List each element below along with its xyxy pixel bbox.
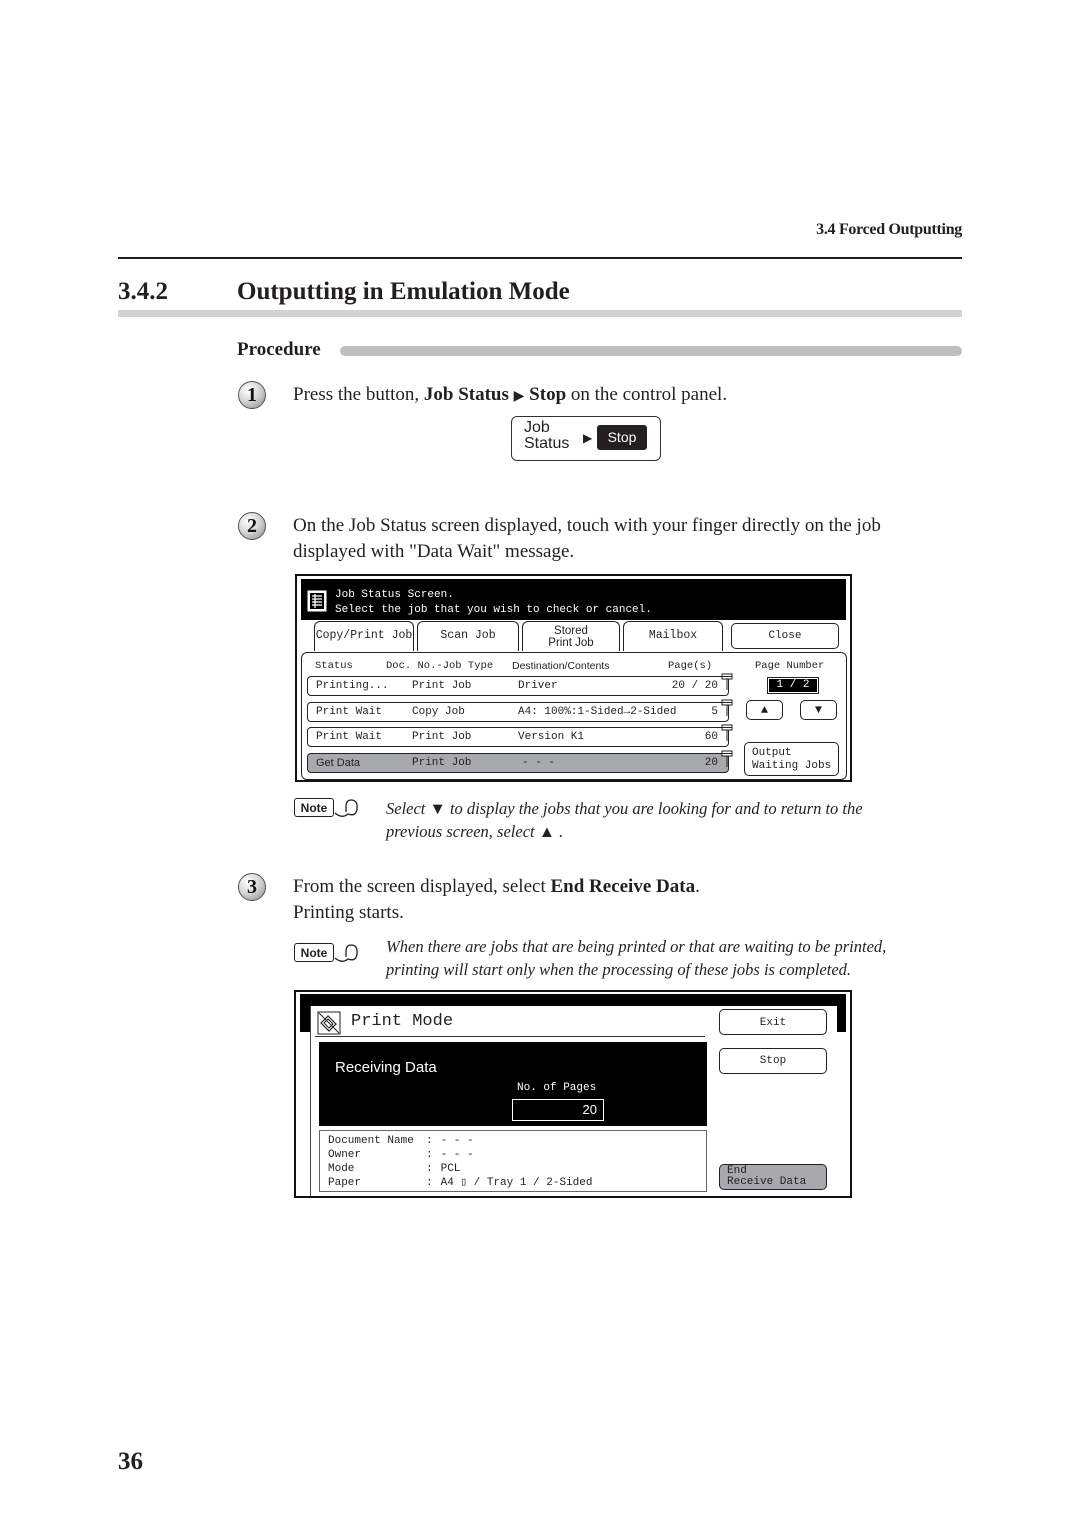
pages-value: 20 [512,1099,604,1121]
tab-mailbox[interactable]: Mailbox [623,621,723,651]
col-pages: Page(s) [668,660,713,672]
scroll-down-button[interactable]: ▼ [800,700,837,720]
note-2-text: When there are jobs that are being print… [386,937,887,979]
exit-button[interactable]: Exit [719,1009,827,1035]
tab-scan-job[interactable]: Scan Job [417,621,519,651]
page-number-display: 1 / 2 [767,677,819,694]
col-status: Status [315,660,353,672]
step-1-post: on the control panel. [566,384,728,405]
step-1-stop: Stop [529,384,567,405]
step-3-number: 3 [238,873,266,901]
header-line-1: Job Status Screen. [335,589,454,601]
print-mode-panel: Print Mode Receiving Data No. of Pages 2… [310,1006,837,1196]
print-mode-title: Print Mode [351,1012,454,1031]
step-1-pre: Press the button, [293,384,424,405]
job-row[interactable]: Print Wait Copy Job A4: 100%:1-Sided→2-Sid… [307,702,729,722]
row-flag-icon [721,699,733,716]
print-mode-icon [317,1011,341,1035]
pointing-hand-icon [334,944,358,962]
section-underline-bar [118,310,962,317]
job-status-header: Job Status Screen. Select the job that y… [301,579,846,620]
output-waiting-jobs-button[interactable]: Output Waiting Jobs [744,742,839,776]
stop-button[interactable]: Stop [719,1048,827,1074]
job-status-label: Job Status [524,419,570,452]
step-1-number: 1 [238,381,266,409]
end-receive-data-button[interactable]: End Receive Data [719,1164,827,1190]
job-info-table: Document Name: - - - Owner: - - - Mode: PCL… [328,1135,593,1189]
receiving-data-status: Receiving Data [335,1059,437,1076]
job-status-control-button[interactable]: Job Status ▶ Stop [511,416,661,461]
receiving-data-panel: Receiving Data No. of Pages 20 [319,1042,707,1126]
tab-copy-print-job[interactable]: Copy/Print Job [314,621,414,651]
job-status-screen: Job Status Screen. Select the job that y… [295,574,852,782]
step-2-number: 2 [238,512,266,540]
note-badge: Note [294,798,334,817]
pages-label: No. of Pages [517,1082,597,1094]
procedure-bar [340,346,962,356]
header-rule [118,257,962,259]
row-flag-icon [721,724,733,741]
list-document-icon [307,590,327,612]
col-destination: Destination/Contents [512,660,610,672]
close-button[interactable]: Close [731,623,839,649]
step-1-job-status: Job Status [423,384,509,405]
section-title: Outputting in Emulation Mode [237,278,570,305]
header-line-2: Select the job that you wish to check or… [335,604,652,616]
col-doc-no: Doc. No.-Job Type [386,660,494,672]
end-receive-data-bold: End Receive Data [550,876,696,897]
play-arrow-icon: ▶ [583,431,593,445]
tab-stored-print-job[interactable]: Stored Print Job [522,621,620,651]
step-1-text: Press the button, Job Status ▶ Stop on t… [293,382,727,410]
page-number-label: Page Number [755,660,825,672]
note-badge: Note [294,943,334,962]
note-1-text: Select ▼ to display the jobs that you ar… [386,799,863,841]
row-flag-icon [721,673,733,690]
stop-control-button[interactable]: Stop [597,425,647,450]
step-1-arrow-icon: ▶ [513,389,525,404]
scroll-up-button[interactable]: ▲ [746,700,783,720]
title-divider [315,1036,705,1037]
row-flag-icon [721,750,733,767]
step-3-text: From the screen displayed, select End Re… [293,876,700,923]
pointing-hand-icon [334,799,358,817]
job-row[interactable]: Print Wait Print Job Version K1 60 [307,727,729,747]
section-number: 3.4.2 [118,278,168,305]
procedure-label: Procedure [237,339,321,360]
print-mode-screen: Print Mode Receiving Data No. of Pages 2… [294,990,852,1198]
step-2-text: On the Job Status screen displayed, touc… [293,515,881,562]
running-head: 3.4 Forced Outputting [816,221,962,238]
job-row-selected[interactable]: Get Data Print Job - - -20 [307,753,729,773]
job-row[interactable]: Printing... Print Job Driver 20 / 20 [307,676,729,696]
job-info-box: Document Name: - - - Owner: - - - Mode: PCL… [319,1130,707,1192]
page-number: 36 [118,1448,143,1475]
